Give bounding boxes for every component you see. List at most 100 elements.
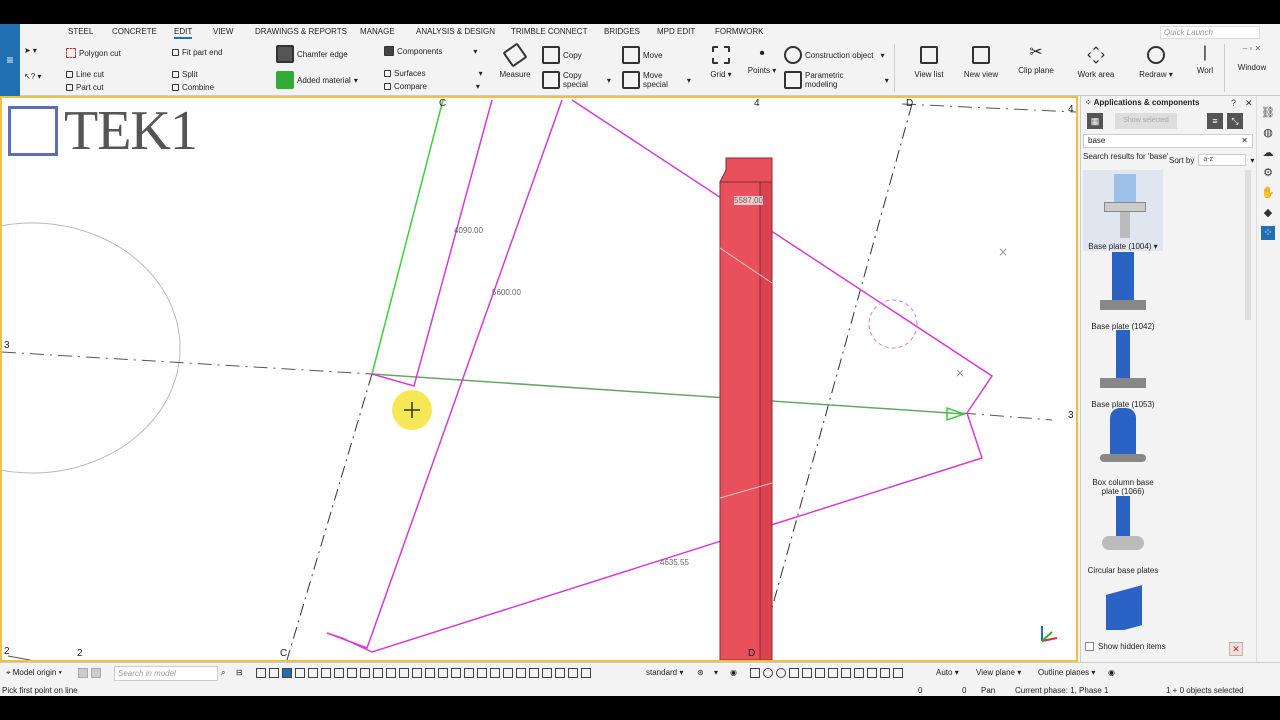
- work-area-button[interactable]: Work area: [1074, 42, 1118, 79]
- snap-question-icon[interactable]: ↖? ▾: [24, 72, 41, 81]
- select-switch-icon[interactable]: [412, 668, 422, 678]
- snap-switch-icon[interactable]: [854, 668, 864, 678]
- work-plane-button[interactable]: | Worl: [1190, 42, 1220, 75]
- select-switch-icon[interactable]: [516, 668, 526, 678]
- standard-select[interactable]: standard ▾: [646, 668, 683, 677]
- select-switch-icon[interactable]: [321, 668, 331, 678]
- snap-switch-icon[interactable]: [867, 668, 877, 678]
- close-red-icon[interactable]: ✕: [1229, 642, 1243, 656]
- points-button[interactable]: • Points ▾: [746, 42, 778, 76]
- surfaces-button[interactable]: Surfaces ▾: [384, 69, 483, 78]
- model-viewport[interactable]: × × TEK1 C 4 D 4 3 3 2 2 C D 4090.00 560…: [0, 96, 1078, 662]
- snap-icon[interactable]: ⊛: [697, 668, 704, 677]
- select-switch-icon[interactable]: [256, 668, 266, 678]
- tab-edit[interactable]: EDIT: [174, 27, 193, 39]
- fit-part-end-button[interactable]: Fit part end: [172, 48, 222, 57]
- tab-formwork[interactable]: FORMWORK: [715, 27, 763, 36]
- snap-switch-icon[interactable]: [750, 668, 760, 678]
- polygon-cut-button[interactable]: Polygon cut: [66, 48, 121, 58]
- snap-switch-icon[interactable]: [828, 668, 838, 678]
- tab-steel[interactable]: STEEL: [68, 27, 93, 36]
- clip-plane-button[interactable]: ✂ Clip plane: [1016, 42, 1056, 75]
- chamfer-edge-button[interactable]: Chamfer edge: [276, 45, 348, 63]
- added-material-button[interactable]: Added material ▾: [276, 71, 358, 89]
- select-switch-icon[interactable]: [477, 668, 487, 678]
- select-switch-icon[interactable]: [386, 668, 396, 678]
- list-menu-icon[interactable]: ≡: [1207, 113, 1223, 129]
- select-switch-icon[interactable]: [542, 668, 552, 678]
- tab-view[interactable]: VIEW: [213, 27, 233, 36]
- select-arrow-icon[interactable]: ➤ ▾: [24, 46, 37, 55]
- select-switch-icon[interactable]: [360, 668, 370, 678]
- select-switch-icon[interactable]: [451, 668, 461, 678]
- select-switch-icon[interactable]: [555, 668, 565, 678]
- select-switch-icon[interactable]: [373, 668, 383, 678]
- tab-analysis-design[interactable]: ANALYSIS & DESIGN: [416, 27, 495, 36]
- copy-special-button[interactable]: Copy special ▾: [542, 71, 611, 89]
- outline-planes-select[interactable]: Outline planes ▾: [1038, 668, 1095, 677]
- cylinder-outline[interactable]: [2, 222, 181, 474]
- quick-launch-input[interactable]: Quick Launch: [1160, 26, 1260, 39]
- select-switch-icon[interactable]: [308, 668, 318, 678]
- origin-button-icon[interactable]: [78, 668, 88, 678]
- line-cut-button[interactable]: Line cut: [66, 70, 104, 79]
- select-switch-icon[interactable]: [581, 668, 591, 678]
- globe-icon[interactable]: ◍: [1261, 126, 1275, 140]
- snap-switch-icon[interactable]: [815, 668, 825, 678]
- snap-switch-icon[interactable]: [802, 668, 812, 678]
- snap-switch-icon[interactable]: [789, 668, 799, 678]
- component-search-input[interactable]: base ✕: [1083, 134, 1253, 148]
- model-drawing[interactable]: × ×: [2, 98, 1076, 660]
- snap-switch-icon[interactable]: [880, 668, 890, 678]
- red-column[interactable]: [719, 181, 761, 660]
- measure-button[interactable]: Measure: [498, 42, 532, 79]
- applications-icon[interactable]: ⁘: [1261, 226, 1275, 240]
- select-switch-icon[interactable]: [334, 668, 344, 678]
- components-button[interactable]: Components ▾: [384, 46, 477, 56]
- parametric-modeling-button[interactable]: Parametric modeling ▾: [784, 71, 889, 89]
- help-icon[interactable]: ?: [1231, 98, 1236, 108]
- tab-manage[interactable]: MANAGE: [360, 27, 395, 36]
- magenta-slab-outline[interactable]: [326, 99, 994, 653]
- search-icon[interactable]: ⌕: [221, 668, 225, 678]
- clear-search-icon[interactable]: ✕: [1241, 135, 1248, 147]
- origin-button-icon[interactable]: [91, 668, 101, 678]
- gear-icon[interactable]: ⚙: [1261, 166, 1275, 180]
- snap-switch-icon[interactable]: [893, 668, 903, 678]
- cloud-icon[interactable]: ☁: [1261, 146, 1275, 160]
- redraw-button[interactable]: Redraw ▾: [1136, 42, 1176, 79]
- compare-button[interactable]: Compare ▾: [384, 82, 480, 91]
- select-switch-icon[interactable]: [503, 668, 513, 678]
- close-icon[interactable]: ✕: [1245, 98, 1253, 109]
- cube-icon[interactable]: ◆: [1261, 206, 1275, 220]
- model-origin-select[interactable]: ⌖ Model origin ▾: [6, 668, 62, 678]
- show-hidden-checkbox[interactable]: [1085, 642, 1094, 651]
- list-item[interactable]: Circular base plates: [1083, 494, 1163, 575]
- select-switch-icon[interactable]: [529, 668, 539, 678]
- file-menu-button[interactable]: ≡: [0, 24, 20, 96]
- select-switch-icon[interactable]: [425, 668, 435, 678]
- select-switch-icon[interactable]: [464, 668, 474, 678]
- red-column-side[interactable]: [759, 181, 773, 660]
- snap-switch-icon[interactable]: [841, 668, 851, 678]
- snap-switch-icon[interactable]: [763, 668, 773, 678]
- show-hidden-items[interactable]: Show hidden items: [1085, 642, 1166, 651]
- eye-icon[interactable]: ◉: [1108, 668, 1115, 677]
- construction-object-button[interactable]: Construction object ▾: [784, 46, 885, 64]
- link-icon[interactable]: ⛓: [1261, 106, 1275, 120]
- green-ref-line[interactable]: [371, 99, 444, 375]
- tab-drawings-reports[interactable]: DRAWINGS & REPORTS: [255, 27, 347, 36]
- filter-icon[interactable]: ⊟: [236, 668, 243, 677]
- select-switch-icon[interactable]: [568, 668, 578, 678]
- eye-icon[interactable]: ◉: [730, 668, 737, 677]
- list-item[interactable]: Base plate (1042): [1083, 250, 1163, 331]
- select-switch-icon[interactable]: [282, 668, 292, 678]
- red-column-top[interactable]: [719, 157, 773, 183]
- list-item[interactable]: [1083, 582, 1163, 630]
- grid-button[interactable]: Grid ▾: [706, 42, 736, 79]
- auto-select[interactable]: Auto ▾: [936, 668, 959, 677]
- view-list-button[interactable]: View list: [912, 42, 946, 79]
- snap-switch-icon[interactable]: [776, 668, 786, 678]
- dashed-circle[interactable]: [868, 299, 918, 349]
- select-switch-icon[interactable]: [269, 668, 279, 678]
